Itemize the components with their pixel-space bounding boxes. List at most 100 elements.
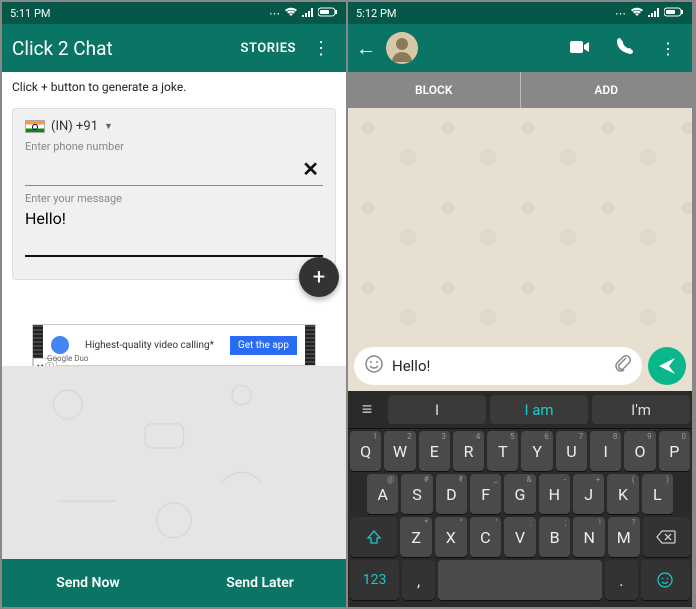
message-pill[interactable]: Hello! [354, 347, 642, 385]
wifi-icon [284, 7, 298, 20]
flag-icon [25, 120, 45, 133]
empty-area [2, 366, 346, 559]
status-icons: ⋯ [615, 7, 684, 20]
dropdown-icon: ▼ [104, 121, 113, 132]
block-button[interactable]: BLOCK [348, 72, 521, 108]
key-w[interactable]: W2 [384, 431, 415, 471]
more-icon: ⋯ [615, 7, 626, 20]
more-icon: ⋯ [269, 7, 280, 20]
key-z[interactable]: Z* [400, 517, 432, 557]
app-title: Click 2 Chat [12, 37, 231, 60]
signal-icon [302, 7, 314, 20]
avatar[interactable] [386, 32, 418, 64]
key-j[interactable]: J+ [573, 474, 604, 514]
shift-key[interactable] [350, 517, 397, 557]
wifi-icon [630, 7, 644, 20]
send-later-button[interactable]: Send Later [174, 559, 346, 607]
key-g[interactable]: G& [504, 474, 535, 514]
back-icon[interactable]: ← [356, 36, 376, 61]
send-now-button[interactable]: Send Now [2, 559, 174, 607]
input-card: (IN) +91 ▼ Enter phone number ✕ Enter yo… [12, 108, 336, 280]
battery-icon [318, 7, 338, 20]
key-v[interactable]: V: [504, 517, 536, 557]
status-bar: 5:11 PM ⋯ [2, 2, 346, 24]
duo-icon [51, 336, 69, 354]
key-u[interactable]: U7 [556, 431, 587, 471]
key-c[interactable]: C' [470, 517, 502, 557]
numbers-key[interactable]: 123 [350, 560, 399, 600]
keyboard-menu-icon[interactable]: ≡ [348, 391, 386, 428]
suggestion-bar: ≡ I I am I'm [348, 391, 692, 429]
composer: Hello! [348, 341, 692, 391]
key-h[interactable]: H- [539, 474, 570, 514]
key-b[interactable]: B; [539, 517, 571, 557]
space-key[interactable] [438, 560, 602, 600]
enter-key[interactable] [641, 560, 690, 600]
add-button[interactable]: ADD [521, 72, 693, 108]
send-button[interactable] [648, 347, 686, 385]
videocall-icon[interactable] [562, 39, 598, 58]
plus-icon: + [313, 265, 325, 290]
country-selector[interactable]: (IN) +91 ▼ [25, 119, 323, 134]
comma-key[interactable]: , [402, 560, 435, 600]
app-titlebar: Click 2 Chat STORIES ⋮ [2, 24, 346, 72]
key-n[interactable]: N! [573, 517, 605, 557]
key-grid: Q1W2E3R4T5Y6U7I8O9P0 A@S#D₹F_G&H-J+K(L) … [348, 429, 692, 607]
status-time: 5:11 PM [10, 7, 50, 20]
battery-icon [664, 7, 684, 20]
phone-label: Enter phone number [25, 140, 323, 153]
key-y[interactable]: Y6 [521, 431, 552, 471]
bottom-bar: Send Now Send Later [2, 559, 346, 607]
key-l[interactable]: L) [642, 474, 673, 514]
chat-titlebar: ← ⋮ [348, 24, 692, 72]
call-icon[interactable] [608, 37, 642, 59]
key-p[interactable]: P0 [659, 431, 690, 471]
status-bar: 5:12 PM ⋯ [348, 2, 692, 24]
ad-cta-button[interactable]: Get the app [230, 336, 297, 355]
key-s[interactable]: S# [401, 474, 432, 514]
ad-brand: Google Duo [47, 354, 88, 363]
key-x[interactable]: X" [435, 517, 467, 557]
period-key[interactable]: . [605, 560, 638, 600]
backspace-key[interactable] [643, 517, 690, 557]
overflow-menu-icon[interactable]: ⋮ [306, 38, 336, 59]
key-d[interactable]: D₹ [436, 474, 467, 514]
hint-text: Click + button to generate a joke. [2, 72, 346, 102]
stories-button[interactable]: STORIES [241, 41, 296, 56]
keyboard: ≡ I I am I'm Q1W2E3R4T5Y6U7I8O9P0 A@S#D₹… [348, 391, 692, 607]
clear-icon[interactable]: ✕ [298, 157, 323, 181]
suggestion-2[interactable]: I am [490, 395, 588, 424]
attach-icon[interactable] [614, 355, 632, 377]
block-add-row: BLOCK ADD [348, 72, 692, 108]
chat-area[interactable] [348, 108, 692, 341]
emoji-icon[interactable] [364, 354, 384, 378]
key-i[interactable]: I8 [590, 431, 621, 471]
key-k[interactable]: K( [607, 474, 638, 514]
key-a[interactable]: A@ [367, 474, 398, 514]
key-e[interactable]: E3 [419, 431, 450, 471]
ad-banner[interactable]: Highest-quality video calling* Get the a… [32, 324, 316, 366]
phone-left: 5:11 PM ⋯ Click 2 Chat STORIES ⋮ Click +… [2, 2, 348, 607]
overflow-menu-icon[interactable]: ⋮ [652, 39, 684, 58]
key-q[interactable]: Q1 [350, 431, 381, 471]
message-input[interactable]: Hello! [25, 205, 323, 257]
phone-input[interactable]: ✕ [25, 153, 323, 186]
status-time: 5:12 PM [356, 7, 396, 20]
message-label: Enter your message [25, 192, 323, 205]
suggestion-3[interactable]: I'm [592, 395, 690, 424]
fab-add-button[interactable]: + [299, 257, 339, 297]
send-icon [657, 356, 677, 376]
message-value: Hello! [25, 209, 66, 228]
key-f[interactable]: F_ [470, 474, 501, 514]
key-r[interactable]: R4 [453, 431, 484, 471]
status-icons: ⋯ [269, 7, 338, 20]
ad-text: Highest-quality video calling* [75, 340, 224, 351]
signal-icon [648, 7, 660, 20]
key-t[interactable]: T5 [487, 431, 518, 471]
key-o[interactable]: O9 [624, 431, 655, 471]
compose-text: Hello! [392, 357, 606, 375]
phone-right: 5:12 PM ⋯ ← ⋮ BLOCK ADD [348, 2, 694, 607]
key-m[interactable]: M? [608, 517, 640, 557]
suggestion-1[interactable]: I [388, 395, 486, 424]
country-code: (IN) +91 [51, 119, 98, 134]
